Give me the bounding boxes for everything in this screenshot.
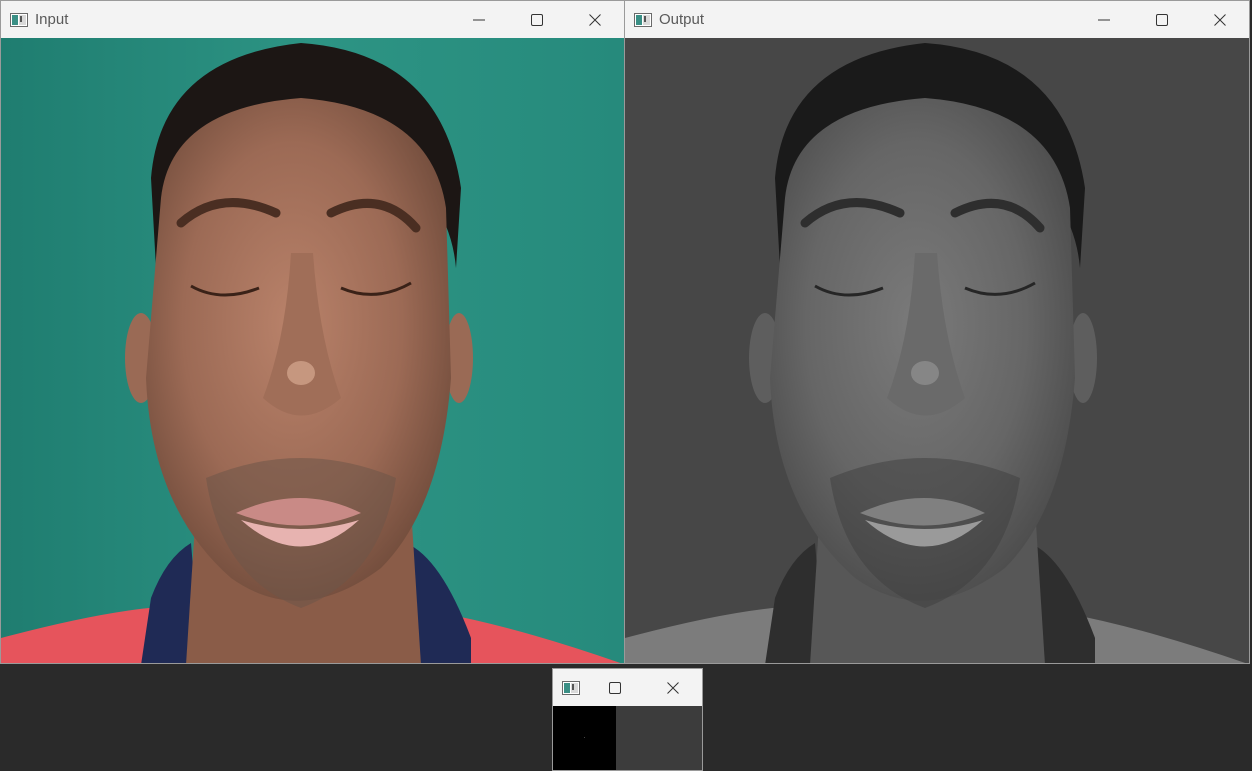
- maximize-icon: [609, 681, 621, 694]
- input-titlebar[interactable]: Input: [1, 1, 624, 38]
- window-title: Output: [659, 11, 705, 28]
- input-image: [1, 38, 624, 663]
- small-titlebar[interactable]: [553, 669, 702, 706]
- minimize-button[interactable]: [1075, 1, 1133, 38]
- window-app-icon: [10, 12, 28, 27]
- close-icon: [667, 681, 679, 694]
- minimize-button[interactable]: [450, 1, 508, 38]
- minimize-icon: [1098, 19, 1110, 20]
- output-titlebar[interactable]: Output: [625, 1, 1249, 38]
- window-title: Input: [35, 11, 69, 28]
- close-icon: [589, 13, 601, 26]
- output-window[interactable]: Output: [624, 0, 1250, 664]
- mask-image: [553, 706, 616, 770]
- maximize-button[interactable]: [586, 669, 644, 706]
- minimize-icon: [473, 19, 485, 20]
- close-icon: [1214, 13, 1226, 26]
- input-window[interactable]: Input: [0, 0, 625, 664]
- small-window-content: [553, 706, 702, 770]
- small-window[interactable]: [552, 668, 703, 771]
- output-image: [625, 38, 1249, 663]
- maximize-button[interactable]: [508, 1, 566, 38]
- window-app-icon: [634, 12, 652, 27]
- close-button[interactable]: [644, 669, 702, 706]
- maximize-icon: [531, 13, 543, 26]
- maximize-button[interactable]: [1133, 1, 1191, 38]
- close-button[interactable]: [1191, 1, 1249, 38]
- close-button[interactable]: [566, 1, 624, 38]
- window-app-icon: [562, 680, 580, 695]
- maximize-icon: [1156, 13, 1168, 26]
